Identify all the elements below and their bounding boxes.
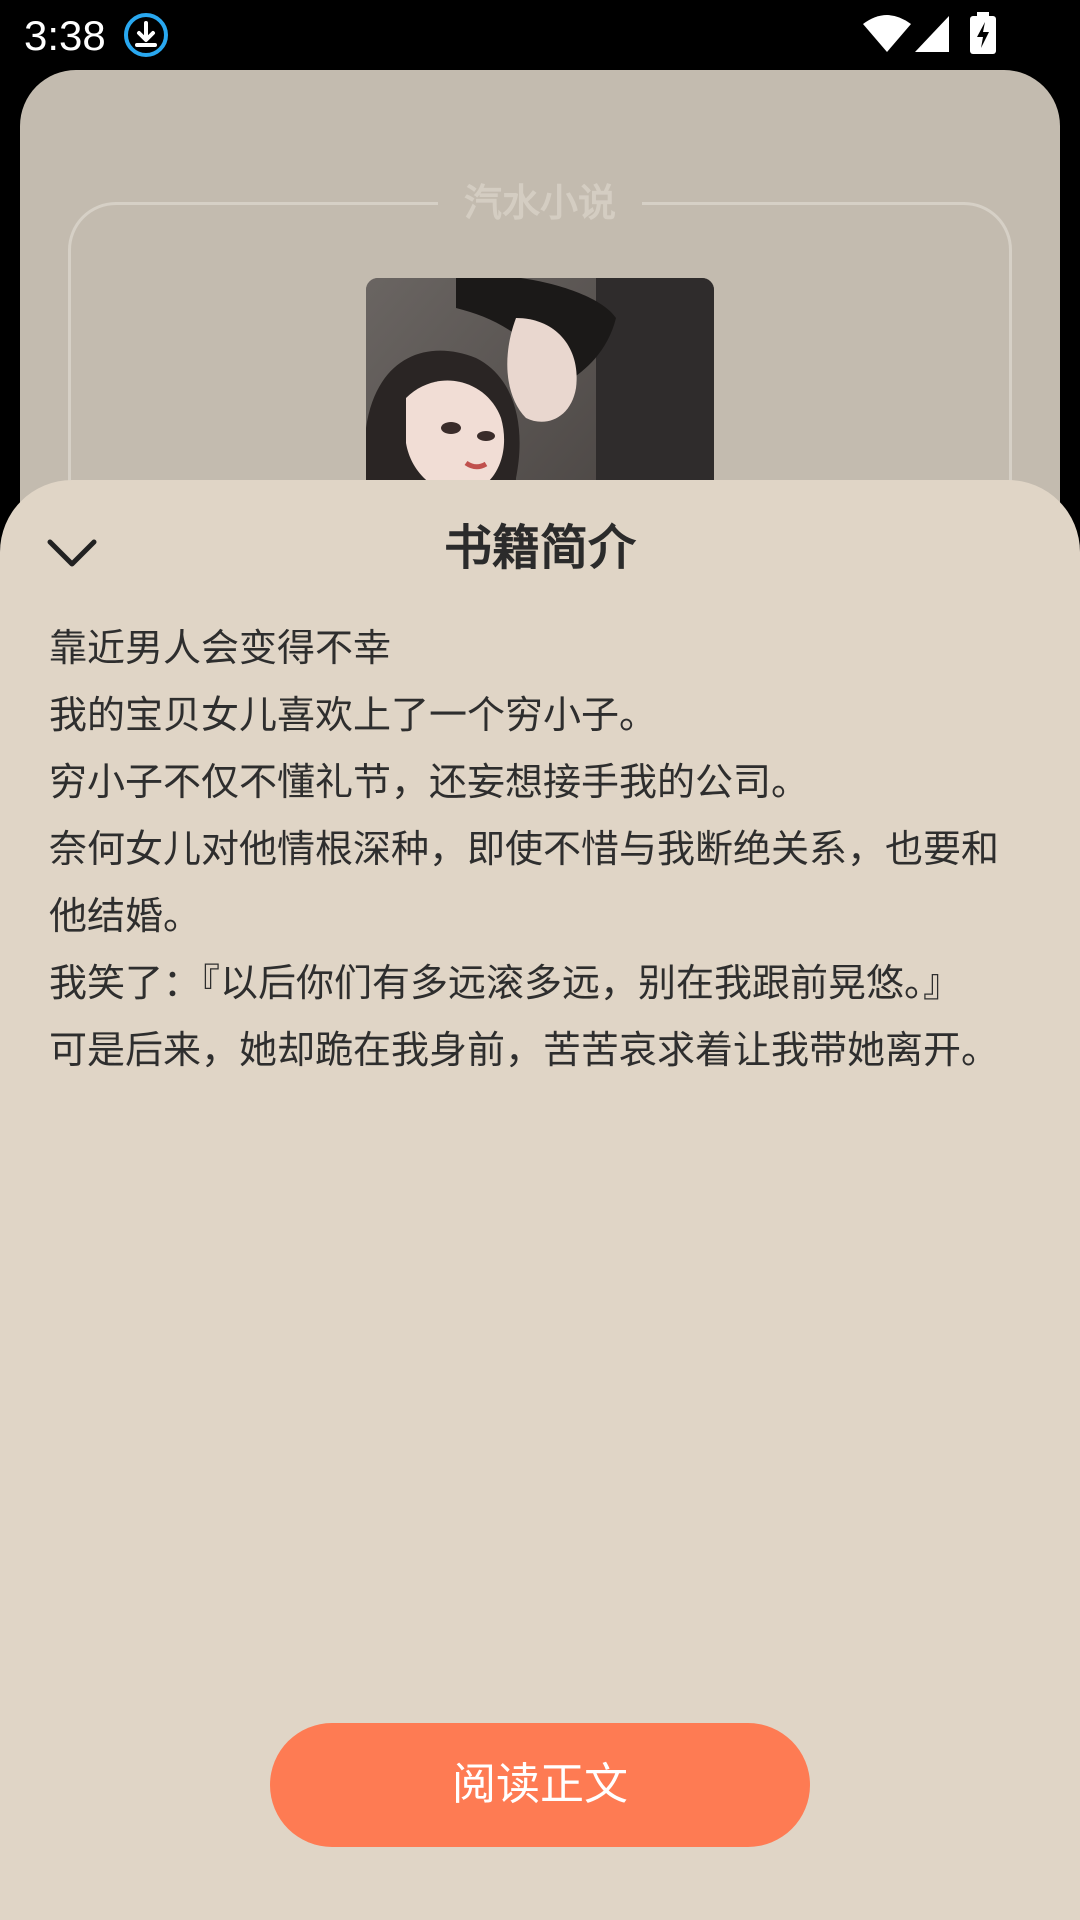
screen: 3:38 汽水小说 书籍简介 靠近男人会变得不幸 我的宝贝女儿喜欢上了一个穷小子… — [0, 0, 1080, 1920]
synopsis-paragraph: 我的宝贝女儿喜欢上了一个穷小子。 — [49, 693, 658, 737]
synopsis-paragraph: 穷小子不仅不懂礼节，还妄想接手我的公司。 — [49, 760, 810, 804]
brand-label: 汽水小说 — [20, 178, 1060, 228]
read-main-text-button[interactable]: 阅读正文 — [270, 1723, 810, 1847]
synopsis-paragraph: 我笑了：『以后你们有多远滚多远，别在我跟前晃悠。』 — [49, 961, 962, 1005]
wifi-icon — [863, 15, 911, 52]
status-bar: 3:38 — [0, 0, 1080, 70]
battery-charging-icon — [970, 12, 996, 54]
synopsis-text: 靠近男人会变得不幸 我的宝贝女儿喜欢上了一个穷小子。 穷小子不仅不懂礼节，还妄想… — [49, 615, 1029, 1084]
synopsis-paragraph: 奈何女儿对他情根深种，即使不惜与我断绝关系，也要和他结婚。 — [49, 827, 1000, 938]
sheet-title: 书籍简介 — [443, 520, 636, 576]
book-intro-sheet: 书籍简介 靠近男人会变得不幸 我的宝贝女儿喜欢上了一个穷小子。 穷小子不仅不懂礼… — [0, 480, 1080, 1920]
signal-icon — [915, 16, 949, 52]
synopsis-paragraph: 靠近男人会变得不幸 — [49, 626, 392, 670]
status-time: 3:38 — [24, 12, 106, 59]
brand-text: 汽水小说 — [437, 180, 642, 225]
synopsis-paragraph: 可是后来，她却跪在我身前，苦苦哀求着让我带她离开。 — [49, 1028, 1000, 1072]
download-icon — [124, 13, 168, 57]
